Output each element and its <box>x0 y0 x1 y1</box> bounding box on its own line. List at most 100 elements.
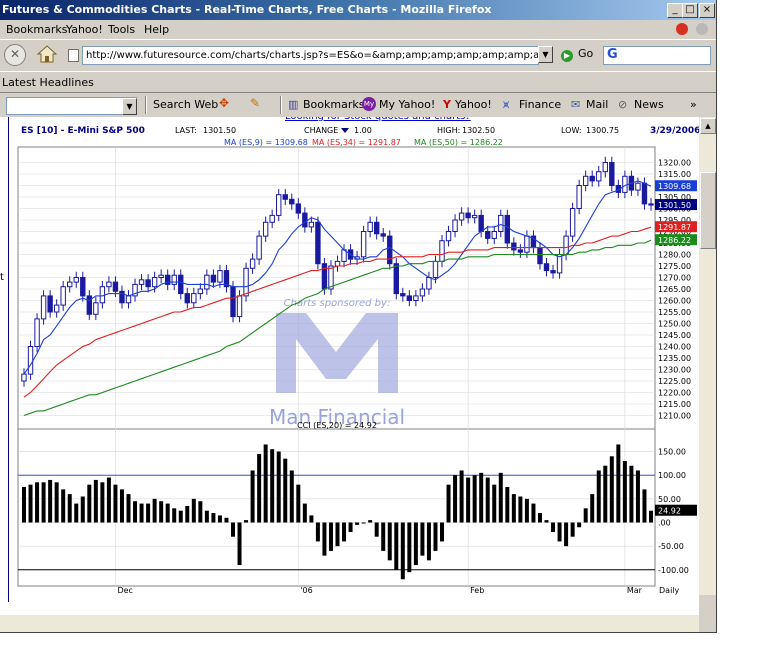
cci-bar <box>328 522 333 551</box>
cci-bar <box>577 522 582 528</box>
finance-icon: ⩙ <box>503 98 510 111</box>
price-tick-label: 1320.00 <box>658 159 691 168</box>
search-engine-box[interactable]: G <box>603 46 711 65</box>
cci-tick-label: -50.00 <box>658 542 684 551</box>
pencil-icon[interactable]: ✎ <box>250 96 260 110</box>
yahoo-search-dropdown[interactable]: ▼ <box>122 98 137 115</box>
search-web-button[interactable]: Search Web <box>153 98 218 111</box>
candle-up <box>419 288 426 297</box>
vertical-scrollbar[interactable]: ▲ <box>699 117 716 595</box>
ma-legend-2: MA (ES,50) = 1286.22 <box>414 138 503 147</box>
cci-bar <box>590 494 595 523</box>
candle-down <box>80 277 86 297</box>
x-tick-label: Dec <box>117 586 132 595</box>
cci-bar <box>498 472 503 523</box>
cci-bar <box>74 503 79 523</box>
cci-bar <box>289 470 294 523</box>
candle-down <box>47 295 53 313</box>
price-tick-label: 1265.00 <box>658 285 691 294</box>
cci-bar <box>564 522 569 547</box>
stop-loading-icon[interactable] <box>676 23 688 35</box>
go-button[interactable]: Go <box>578 47 593 60</box>
candle-up <box>569 208 576 237</box>
candle-up <box>125 295 132 304</box>
candle-up <box>99 286 106 304</box>
menu-yahoo[interactable]: Yahoo! <box>66 23 103 36</box>
price-tag-label-2: 1291.87 <box>658 223 691 232</box>
cci-bar <box>368 520 373 523</box>
cci-title: CCI (ES,20) = 24.92 <box>297 421 377 430</box>
cci-bar <box>440 522 444 542</box>
cci-bar <box>609 456 614 523</box>
cci-tick-label: -100.00 <box>658 566 689 575</box>
candle-up <box>328 265 334 290</box>
stop-button[interactable]: ✕ <box>4 44 26 66</box>
cci-bar <box>309 515 314 523</box>
cci-bar <box>472 475 477 523</box>
candle-down <box>380 233 386 237</box>
cci-bar <box>22 487 26 523</box>
yahoo-bookmarks-button[interactable]: Bookmarks <box>303 98 364 111</box>
price-tick-label: 1315.00 <box>658 170 691 179</box>
menu-help[interactable]: Help <box>144 23 169 36</box>
candle-up <box>269 214 275 223</box>
candle-down <box>485 231 491 239</box>
yahoo-button[interactable]: Yahoo! <box>455 98 492 111</box>
my-yahoo-button[interactable]: My Yahoo! <box>379 98 435 111</box>
maximize-button[interactable]: □ <box>682 3 698 18</box>
bookmarks-icon: ▥ <box>288 98 299 111</box>
candle-up <box>243 267 249 297</box>
url-text: http://www.futuresource.com/charts/chart… <box>86 50 539 61</box>
close-window-button[interactable]: × <box>699 3 715 18</box>
cci-bar <box>374 522 379 537</box>
yahoo-search-input[interactable] <box>6 97 137 115</box>
cci-bar <box>198 501 203 523</box>
candle-down <box>315 221 321 265</box>
candle-down <box>210 274 217 283</box>
mail-button[interactable]: Mail <box>586 98 608 111</box>
candle-down <box>184 293 190 304</box>
bookmark-latest-headlines[interactable]: Latest Headlines <box>2 76 94 89</box>
candle-up <box>426 277 432 290</box>
scroll-thumb[interactable] <box>700 172 716 249</box>
cci-bar <box>257 453 262 523</box>
search-engine-icon[interactable]: G <box>607 47 618 62</box>
candle-up <box>524 235 530 253</box>
candle-up <box>197 288 204 295</box>
candle-up <box>367 221 373 233</box>
home-icon <box>36 45 58 63</box>
yahoo-y-icon: Y <box>443 98 451 111</box>
cci-bar <box>152 498 157 523</box>
cci-bar <box>80 496 85 523</box>
high-label: HIGH: <box>437 126 460 135</box>
my-yahoo-icon: My <box>362 97 376 111</box>
menu-bookmarks[interactable]: Bookmarks <box>6 23 67 36</box>
cci-tick-label: 50.00 <box>658 495 681 504</box>
candle-up <box>53 304 60 313</box>
cci-bar <box>407 522 412 573</box>
candle-down <box>537 247 543 265</box>
scroll-up-arrow[interactable]: ▲ <box>700 118 716 134</box>
menu-tools[interactable]: Tools <box>108 23 135 36</box>
url-input[interactable]: http://www.futuresource.com/charts/chart… <box>82 46 539 65</box>
candle-up <box>138 279 145 285</box>
cci-bar <box>335 522 340 547</box>
news-button[interactable]: News <box>634 98 664 111</box>
title-bar[interactable]: Futures & Commodities Charts - Real-Time… <box>0 0 716 20</box>
horizontal-scrollbar[interactable] <box>0 615 699 632</box>
home-button[interactable] <box>36 44 58 64</box>
candle-up <box>596 171 602 182</box>
minimize-button[interactable]: _ <box>667 3 683 18</box>
cci-bar <box>315 522 320 542</box>
cci-bar <box>557 522 562 542</box>
cci-bar <box>387 522 392 561</box>
candle-up <box>360 231 367 258</box>
cci-bar <box>106 477 111 523</box>
cci-bar <box>433 522 438 551</box>
url-history-dropdown[interactable]: ▼ <box>538 46 553 63</box>
finance-button[interactable]: Finance <box>519 98 561 111</box>
go-icon[interactable]: ▶ <box>561 50 573 62</box>
cci-bar <box>570 522 575 537</box>
highlight-icon[interactable]: ✥ <box>219 96 229 110</box>
toolbar-overflow-button[interactable]: » <box>690 98 697 111</box>
